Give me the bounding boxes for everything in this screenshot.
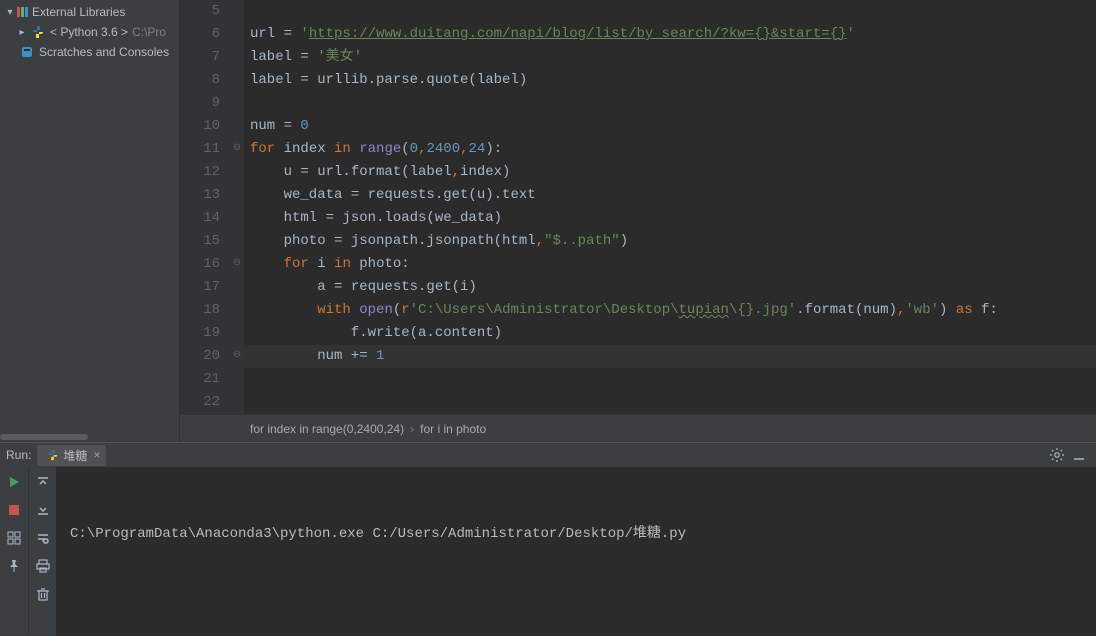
run-toolbar-left <box>0 467 28 636</box>
run-header: Run: 堆糖 × <box>0 443 1096 467</box>
line-number: 22 <box>180 391 220 414</box>
code-line[interactable]: label = urllib.parse.quote(label) <box>244 69 1096 92</box>
line-number-gutter: 5678910111213141516171819202122 <box>180 0 230 414</box>
code-line[interactable]: we_data = requests.get(u).text <box>244 184 1096 207</box>
code-editor[interactable]: 5678910111213141516171819202122 ⊖ ⊖ ⊖ url … <box>180 0 1096 442</box>
close-icon[interactable]: × <box>93 448 100 462</box>
run-tool-window: Run: 堆糖 × <box>0 442 1096 636</box>
code-line[interactable]: label = '美女' <box>244 46 1096 69</box>
breadcrumb-seg[interactable]: for index in range(0,2400,24) <box>250 422 404 436</box>
line-number: 18 <box>180 299 220 322</box>
line-number: 14 <box>180 207 220 230</box>
line-number: 16 <box>180 253 220 276</box>
chevron-down-icon[interactable]: ▾ <box>4 7 16 18</box>
tree-node-python-env[interactable]: ▸ < Python 3.6 > C:\Pro <box>0 22 179 42</box>
python-icon <box>46 448 60 462</box>
scrollbar-thumb[interactable] <box>0 434 88 440</box>
fold-toggle-icon[interactable]: ⊖ <box>232 351 242 361</box>
line-number: 21 <box>180 368 220 391</box>
rerun-icon[interactable] <box>3 471 25 493</box>
fold-toggle-icon[interactable]: ⊖ <box>232 144 242 154</box>
line-number: 5 <box>180 0 220 23</box>
scroll-down-icon[interactable] <box>32 499 54 521</box>
print-icon[interactable] <box>32 555 54 577</box>
code-line[interactable] <box>244 92 1096 115</box>
line-number: 13 <box>180 184 220 207</box>
code-line[interactable]: num += 1 <box>244 345 1096 368</box>
line-number: 15 <box>180 230 220 253</box>
code-line[interactable]: num = 0 <box>244 115 1096 138</box>
tree-label: External Libraries <box>32 5 125 19</box>
chevron-right-icon[interactable]: ▸ <box>16 27 28 38</box>
code-line[interactable] <box>244 0 1096 23</box>
code-line[interactable]: photo = jsonpath.jsonpath(html,"$..path"… <box>244 230 1096 253</box>
project-tree[interactable]: ▾ External Libraries ▸ < Python 3.6 > C:… <box>0 0 179 62</box>
line-number: 6 <box>180 23 220 46</box>
line-number: 8 <box>180 69 220 92</box>
code-line[interactable] <box>244 391 1096 414</box>
project-sidebar: ▾ External Libraries ▸ < Python 3.6 > C:… <box>0 0 180 442</box>
code-line[interactable]: for i in photo: <box>244 253 1096 276</box>
run-output[interactable]: C:\ProgramData\Anaconda3\python.exe C:/U… <box>56 467 1096 636</box>
soft-wrap-icon[interactable] <box>32 527 54 549</box>
line-number: 12 <box>180 161 220 184</box>
code-line[interactable]: u = url.format(label,index) <box>244 161 1096 184</box>
sidebar-horizontal-scrollbar[interactable] <box>0 432 179 442</box>
line-number: 7 <box>180 46 220 69</box>
tree-node-scratches[interactable]: Scratches and Consoles <box>0 42 179 62</box>
run-title: Run: <box>6 448 31 462</box>
fold-toggle-icon[interactable]: ⊖ <box>232 259 242 269</box>
breadcrumb-seg[interactable]: for i in photo <box>420 422 486 436</box>
code-line[interactable]: with open(r'C:\Users\Administrator\Deskt… <box>244 299 1096 322</box>
line-number: 17 <box>180 276 220 299</box>
stop-icon[interactable] <box>3 499 25 521</box>
code-line[interactable]: html = json.loads(we_data) <box>244 207 1096 230</box>
python-icon <box>31 25 45 39</box>
tree-label-path: C:\Pro <box>132 25 166 39</box>
tree-label: < Python 3.6 > <box>50 25 128 39</box>
line-number: 20 <box>180 345 220 368</box>
scroll-up-icon[interactable] <box>32 471 54 493</box>
tree-label: Scratches and Consoles <box>39 45 169 59</box>
trash-icon[interactable] <box>32 583 54 605</box>
line-number: 11 <box>180 138 220 161</box>
line-number: 10 <box>180 115 220 138</box>
breadcrumb[interactable]: for index in range(0,2400,24) › for i in… <box>180 414 1096 442</box>
scratches-icon <box>20 45 34 59</box>
code-line[interactable]: f.write(a.content) <box>244 322 1096 345</box>
breadcrumb-separator-icon: › <box>410 422 414 436</box>
line-number: 19 <box>180 322 220 345</box>
gear-icon[interactable] <box>1046 444 1068 466</box>
pin-icon[interactable] <box>3 555 25 577</box>
output-line: C:\ProgramData\Anaconda3\python.exe C:/U… <box>70 523 1082 546</box>
run-tab[interactable]: 堆糖 × <box>37 445 106 466</box>
code-line[interactable]: a = requests.get(i) <box>244 276 1096 299</box>
layout-icon[interactable] <box>3 527 25 549</box>
code-line[interactable]: url = 'https://www.duitang.com/napi/blog… <box>244 23 1096 46</box>
tree-node-external-libraries[interactable]: ▾ External Libraries <box>0 2 179 22</box>
library-icon <box>16 5 30 19</box>
run-toolbar-left-2 <box>28 467 56 636</box>
code-line[interactable]: for index in range(0,2400,24): <box>244 138 1096 161</box>
code-content[interactable]: url = 'https://www.duitang.com/napi/blog… <box>244 0 1096 414</box>
code-line[interactable] <box>244 368 1096 391</box>
fold-column[interactable]: ⊖ ⊖ ⊖ <box>230 0 244 414</box>
line-number: 9 <box>180 92 220 115</box>
minimize-icon[interactable] <box>1068 444 1090 466</box>
run-tab-label: 堆糖 <box>63 447 87 464</box>
